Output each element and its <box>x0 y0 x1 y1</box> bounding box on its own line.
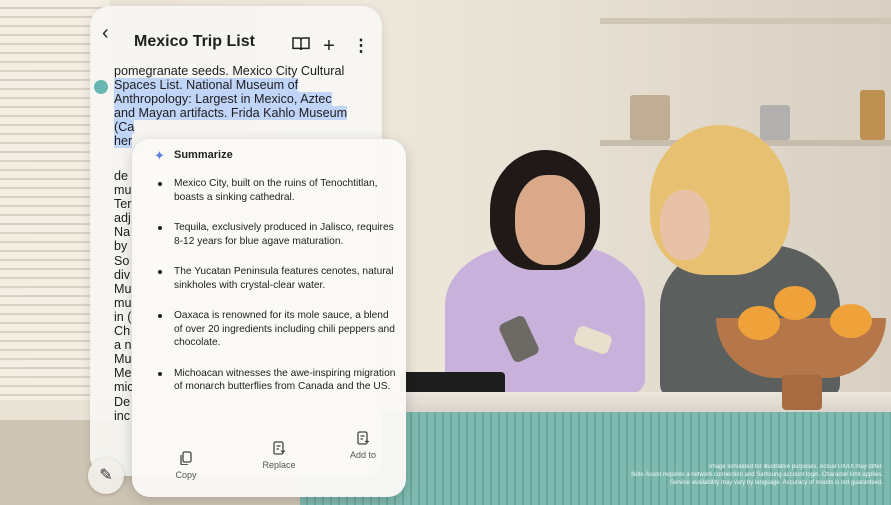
summary-item-text: The Yucatan Peninsula features cenotes, … <box>174 266 394 291</box>
person-right-face <box>660 190 710 260</box>
bullet-icon <box>158 226 162 230</box>
summary-item: The Yucatan Peninsula features cenotes, … <box>156 265 396 292</box>
replace-icon <box>249 441 309 457</box>
note-line: pomegranate seeds. Mexico City Cultural <box>114 64 366 78</box>
summary-list: Mexico City, built on the ruins of Tenoc… <box>156 177 396 394</box>
copy-icon <box>156 451 216 467</box>
copy-button[interactable]: Copy <box>156 451 216 480</box>
summary-item-text: Oaxaca is renowned for its mole sauce, a… <box>174 310 395 348</box>
shelf-jar <box>630 95 670 140</box>
note-line-text: Spaces List. National Museum of <box>114 78 299 92</box>
replace-button[interactable]: Replace <box>249 441 309 470</box>
summary-item-text: Michoacan witnesses the awe-inspiring mi… <box>174 367 396 393</box>
more-options-icon[interactable]: ⋮ <box>351 36 371 56</box>
note-line-text: pomegranate seeds. Mexico City Cultural <box>114 64 345 78</box>
disclaimer: Image simulated for illustrative purpose… <box>583 463 883 487</box>
note-line-text: her <box>114 134 133 148</box>
sparkle-icon: ✦ <box>154 148 165 163</box>
summary-item: Mexico City, built on the ruins of Tenoc… <box>156 177 396 204</box>
upper-shelf <box>600 18 891 24</box>
note-line: and Mayan artifacts. Frida Kahlo Museum <box>114 106 366 120</box>
disclaimer-line: Image simulated for illustrative purpose… <box>709 464 883 470</box>
summary-item-text: Mexico City, built on the ruins of Tenoc… <box>174 178 378 203</box>
add-to-button[interactable]: Add to <box>333 431 393 460</box>
note-text[interactable]: pomegranate seeds. Mexico City Cultural … <box>114 64 366 148</box>
orange <box>830 304 872 338</box>
orange <box>774 286 816 320</box>
note-header: ‹ Mexico Trip List + ⋮ <box>90 6 382 64</box>
shelf-jar <box>760 105 790 140</box>
disclaimer-line: Note Assist requires a network connectio… <box>631 472 883 478</box>
back-button[interactable]: ‹ <box>102 22 122 44</box>
note-line: Anthropology: Largest in Mexico, Aztec <box>114 92 366 106</box>
plus-icon[interactable]: + <box>319 36 339 56</box>
note-line-text: Anthropology: Largest in Mexico, Aztec <box>114 92 332 106</box>
bullet-icon <box>158 270 162 274</box>
pen-button[interactable]: ✎ <box>88 458 124 494</box>
pen-icon: ✎ <box>99 467 113 484</box>
add-to-label: Add to <box>349 450 377 460</box>
copy-label: Copy <box>175 470 197 480</box>
book-icon[interactable] <box>291 36 311 56</box>
summary-item: Michoacan witnesses the awe-inspiring mi… <box>156 367 396 394</box>
add-note-icon <box>333 431 393 447</box>
bullet-icon <box>158 182 162 186</box>
summary-actions: Copy Replace Add to <box>132 431 406 489</box>
note-line-text: and Mayan artifacts. Frida Kahlo Museum <box>114 106 348 120</box>
selection-handle[interactable] <box>94 80 108 94</box>
summary-item-text: Tequila, exclusively produced in Jalisco… <box>174 222 394 247</box>
note-line: (Ca <box>114 120 366 134</box>
note-line-text: (Ca <box>114 120 135 134</box>
note-title: Mexico Trip List <box>134 33 255 50</box>
bullet-icon <box>158 314 162 318</box>
bullet-icon <box>158 371 162 376</box>
shelf-jar <box>860 90 885 140</box>
summary-item: Tequila, exclusively produced in Jalisco… <box>156 221 396 248</box>
orange <box>738 306 780 340</box>
disclaimer-line: Service availability may vary by languag… <box>669 480 883 486</box>
summary-item: Oaxaca is renowned for its mole sauce, a… <box>156 309 396 350</box>
summarize-card: ✦ Summarize Mexico City, built on the ru… <box>132 139 406 497</box>
chevron-left-icon: ‹ <box>102 22 109 44</box>
replace-label: Replace <box>262 460 296 470</box>
summarize-title: Summarize <box>174 149 233 161</box>
note-line: Spaces List. National Museum of <box>114 78 366 92</box>
fruit-bowl-stem <box>782 375 822 410</box>
person-left-face <box>515 175 585 265</box>
